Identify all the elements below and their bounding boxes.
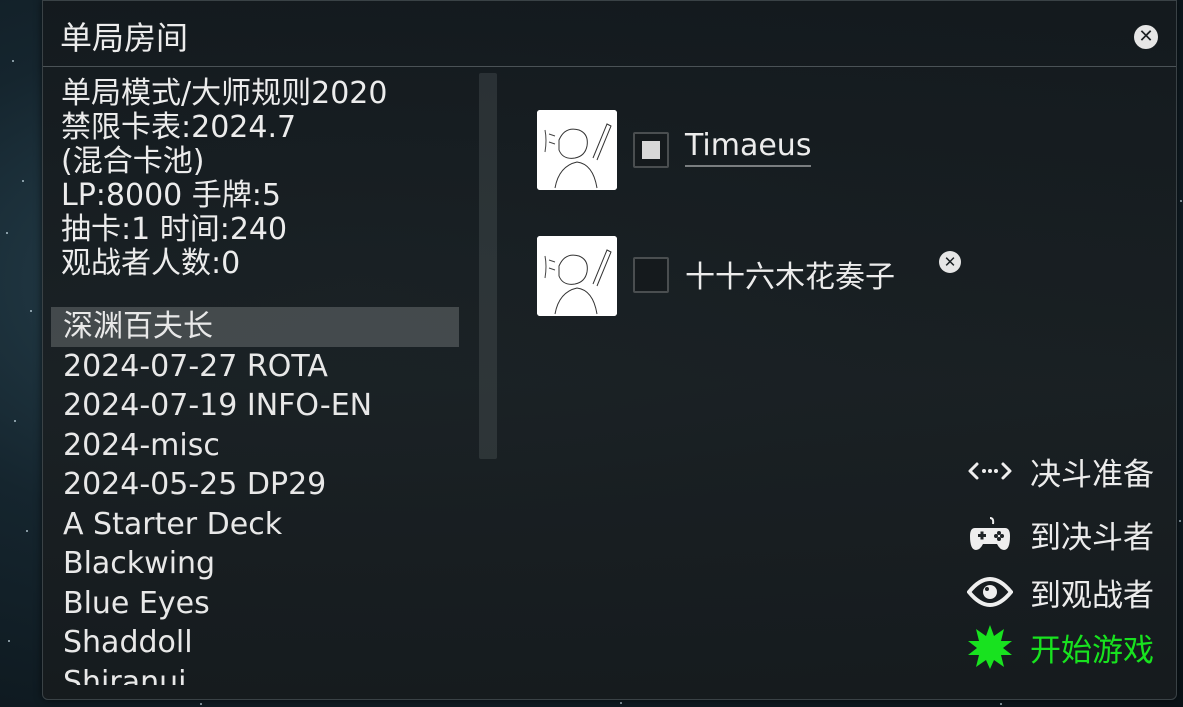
duel-ready-button[interactable]: 决斗准备 (966, 449, 1154, 493)
deck-item[interactable]: 2024-07-19 INFO-EN (51, 386, 459, 426)
deck-item[interactable]: Shiranui (51, 663, 459, 686)
duel-ready-label: 决斗准备 (1030, 456, 1154, 493)
draw-time: 抽卡:1 时间:240 (61, 212, 288, 247)
spectator-count: 观战者人数:0 (61, 246, 241, 281)
to-spectator-button[interactable]: 到观战者 (966, 570, 1154, 614)
deck-item[interactable]: Blackwing (51, 544, 459, 584)
arrows-exchange-icon (966, 449, 1014, 493)
ready-checkbox[interactable] (633, 132, 669, 168)
player-avatar (537, 236, 617, 316)
deck-item[interactable]: Shaddoll (51, 623, 459, 663)
player-slot-1: Timaeus (537, 110, 957, 190)
window-title: 单局房间 (60, 19, 189, 57)
rule-mode: 单局模式/大师规则2020 (61, 76, 388, 111)
to-duelist-button[interactable]: 到决斗者 (966, 512, 1154, 556)
deck-list-scrollbar[interactable] (479, 73, 497, 459)
title-bar: 单局房间 ✕ (43, 1, 1176, 67)
deck-item[interactable]: 2024-misc (51, 426, 459, 466)
banlist: 禁限卡表:2024.7 (61, 110, 297, 145)
lp-hand: LP:8000 手牌:5 (61, 178, 281, 213)
eye-icon (966, 570, 1014, 614)
close-icon[interactable]: ✕ (1134, 25, 1158, 49)
deck-item[interactable]: 深渊百夫长 (51, 307, 459, 347)
deck-item[interactable]: A Starter Deck (51, 505, 459, 545)
player-slot-2: 十十六木花奏子 ✕ (537, 236, 961, 316)
player-name: Timaeus (685, 128, 812, 167)
card-pool: (混合卡池) (61, 144, 205, 179)
start-game-label: 开始游戏 (1030, 632, 1154, 669)
to-duelist-label: 到决斗者 (1030, 519, 1154, 556)
kick-player-icon[interactable]: ✕ (939, 251, 961, 273)
starburst-icon (966, 625, 1014, 669)
gamepad-icon (966, 512, 1014, 556)
to-spectator-label: 到观战者 (1030, 577, 1154, 614)
start-game-button[interactable]: 开始游戏 (966, 625, 1154, 669)
player-avatar (537, 110, 617, 190)
player-name: 十十六木花奏子 (685, 260, 895, 295)
deck-item[interactable]: Blue Eyes (51, 584, 459, 624)
deck-item[interactable]: 2024-07-27 ROTA (51, 347, 459, 387)
room-window: 单局房间 ✕ 单局模式/大师规则2020 禁限卡表:2024.7 (混合卡池) … (42, 0, 1177, 700)
room-info: 单局模式/大师规则2020 禁限卡表:2024.7 (混合卡池) LP:8000… (61, 77, 461, 281)
deck-list: 深渊百夫长 2024-07-27 ROTA 2024-07-19 INFO-EN… (51, 307, 459, 685)
ready-checkbox[interactable] (633, 257, 669, 293)
deck-item[interactable]: 2024-05-25 DP29 (51, 465, 459, 505)
